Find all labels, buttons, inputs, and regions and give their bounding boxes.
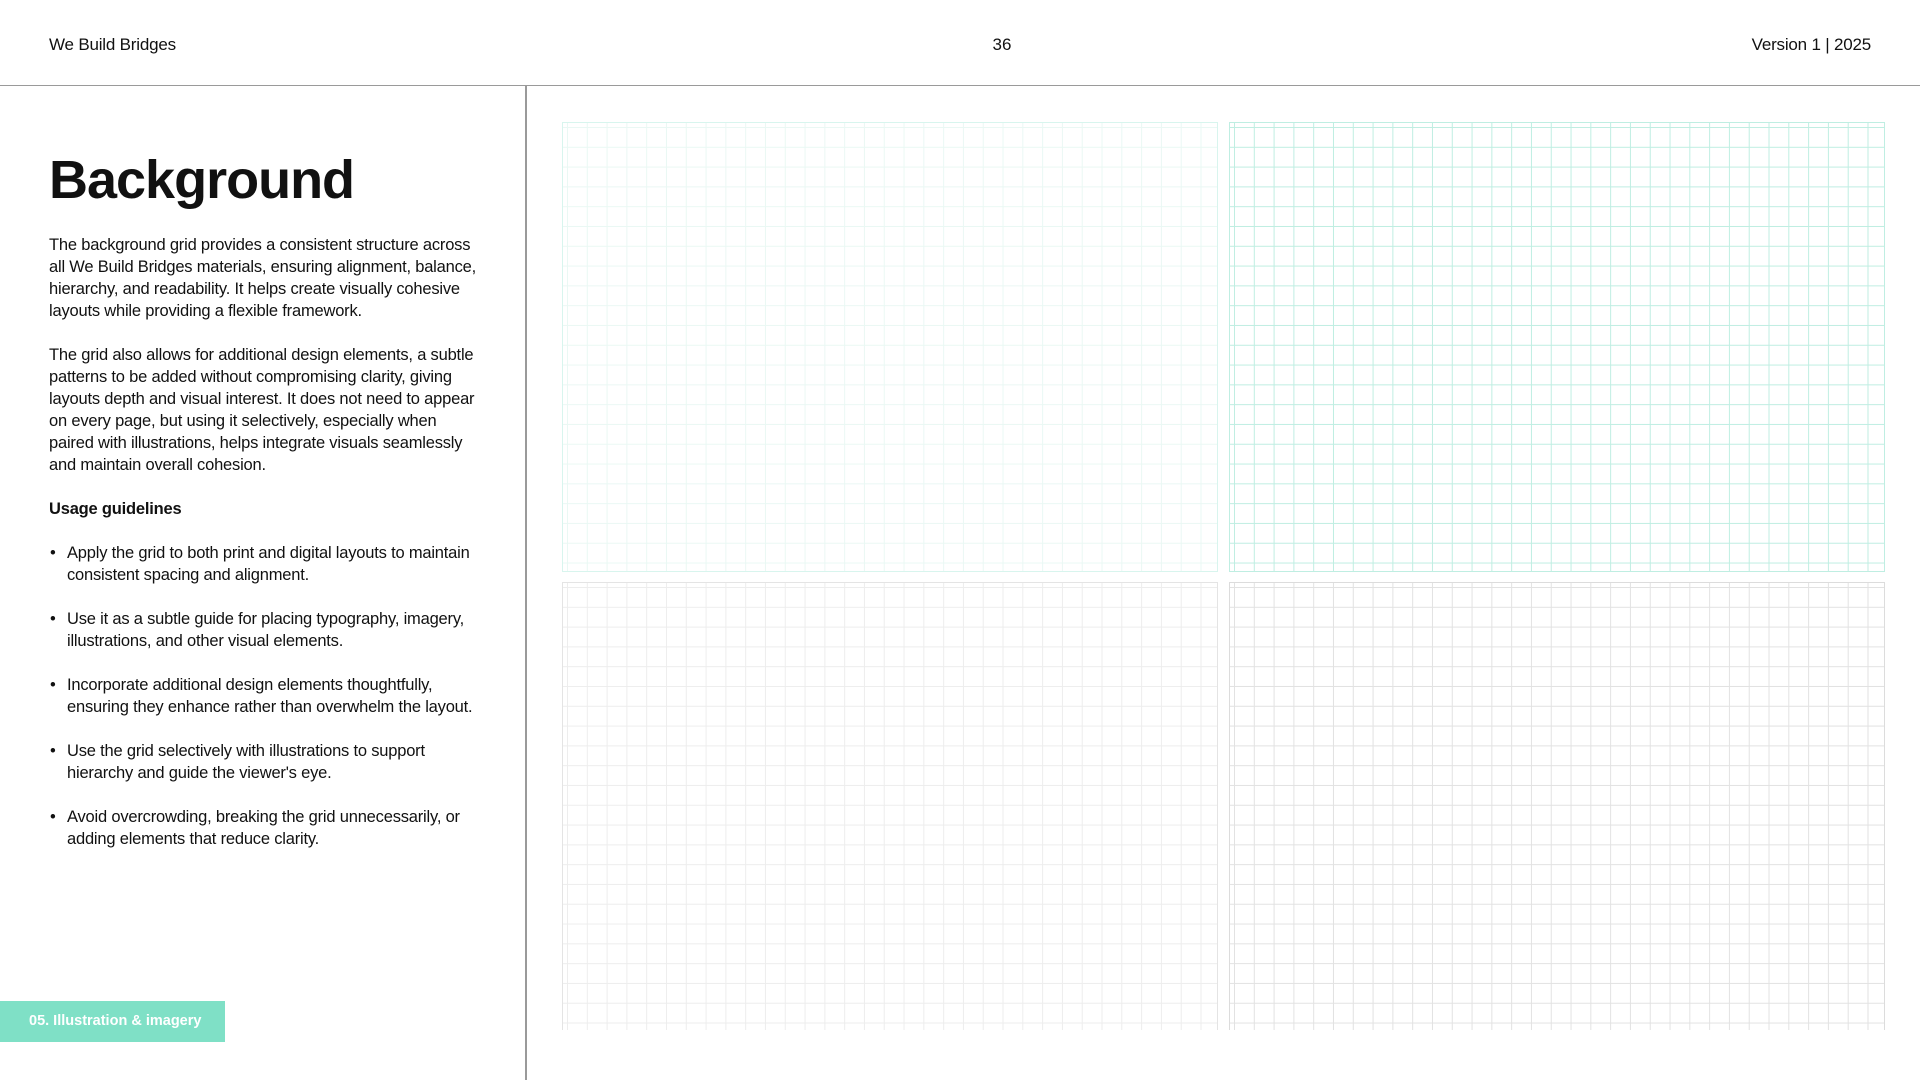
section-tag: 05. Illustration & imagery: [0, 1001, 225, 1042]
list-item-text: Apply the grid to both print and digital…: [67, 544, 470, 584]
list-item-text: Use the grid selectively with illustrati…: [67, 742, 425, 782]
bullet: •: [50, 544, 56, 562]
grid-panel-gray: [1229, 582, 1885, 1030]
list-item: • Use it as a subtle guide for placing ty…: [49, 608, 479, 652]
list-item: • Use the grid selectively with illustrat…: [49, 740, 479, 784]
guidelines-list: • Apply the grid to both print and digita…: [49, 542, 479, 850]
list-item-text: Incorporate additional design elements t…: [67, 676, 473, 716]
page-title: Background: [49, 150, 355, 210]
bullet: •: [50, 808, 56, 826]
bullet: •: [50, 676, 56, 694]
version-label: Version 1 | 2025: [1751, 35, 1872, 54]
guidelines-heading: Usage guidelines: [49, 500, 182, 518]
list-item-text: Avoid overcrowding, breaking the grid un…: [67, 808, 460, 848]
list-item-text: Use it as a subtle guide for placing typ…: [67, 610, 465, 650]
bullet: •: [50, 742, 56, 760]
page-number: 36: [992, 35, 1012, 54]
list-item: • Avoid overcrowding, breaking the grid u…: [49, 806, 479, 850]
bullet: •: [50, 610, 56, 628]
list-item: • Incorporate additional design elements …: [49, 674, 479, 718]
detail-paragraph: The grid also allows for additional desi…: [49, 346, 475, 474]
intro-paragraph: The background grid provides a consisten…: [49, 236, 477, 320]
page-header: We Build Bridges 36 Version 1 | 2025: [0, 0, 1920, 86]
text-column: Background The background grid provides …: [49, 148, 479, 872]
grid-panel-mint-light: [562, 122, 1218, 572]
column-divider: [525, 86, 527, 1080]
brand-name: We Build Bridges: [49, 35, 176, 54]
list-item: • Apply the grid to both print and digita…: [49, 542, 479, 586]
grid-panel-gray-light: [562, 582, 1218, 1030]
grid-panel-mint: [1229, 122, 1885, 572]
